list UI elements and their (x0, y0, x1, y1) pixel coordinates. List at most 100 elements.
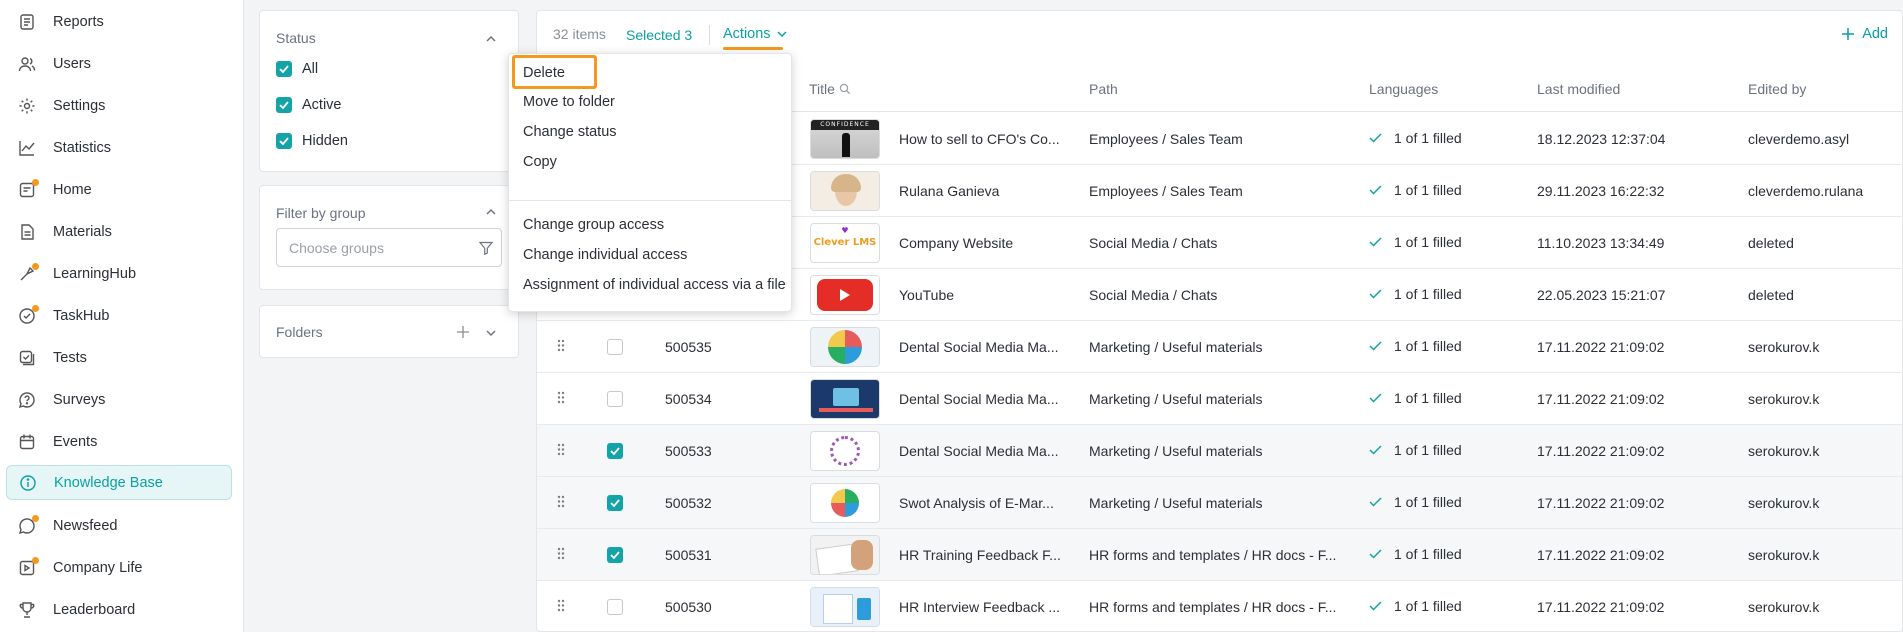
chevron-down-icon[interactable] (486, 328, 496, 338)
menu-item-assignment-via-file[interactable]: Assignment of individual access via a fi… (523, 277, 786, 293)
sidebar-item-reports[interactable]: Reports (6, 4, 232, 39)
table-row[interactable]: 500535 Dental Social Media Ma... Marketing… (537, 321, 1902, 373)
table-row[interactable]: 500533 Dental Social Media Ma... Marketing… (537, 425, 1902, 477)
table-row[interactable]: 500530 HR Interview Feedback ... HR forms … (537, 581, 1902, 632)
row-path: Social Media / Chats (1089, 235, 1218, 251)
menu-item-copy[interactable]: Copy (523, 154, 557, 170)
groups-select[interactable]: Choose groups (276, 228, 502, 267)
material-thumbnail[interactable] (810, 587, 880, 627)
row-edited-by: serokurov.k (1748, 599, 1820, 615)
material-thumbnail[interactable] (810, 483, 880, 523)
status-option-hidden[interactable]: Hidden (276, 133, 348, 149)
status-option-all[interactable]: All (276, 61, 318, 77)
sidebar-item-taskhub[interactable]: TaskHub (6, 298, 232, 333)
table-row[interactable]: 500532 Swot Analysis of E-Mar... Marketing… (537, 477, 1902, 529)
row-last-modified: 17.11.2022 21:09:02 (1537, 391, 1665, 407)
material-thumbnail[interactable]: CONFIDENCE (810, 119, 880, 159)
sidebar-item-label: Surveys (53, 391, 106, 408)
row-checkbox[interactable] (607, 443, 623, 459)
row-checkbox[interactable] (607, 599, 623, 615)
sidebar-item-users[interactable]: Users (6, 46, 232, 81)
checkbox-hidden[interactable] (276, 133, 292, 149)
row-title[interactable]: YouTube (899, 287, 954, 303)
row-title[interactable]: HR Training Feedback F... (899, 547, 1061, 563)
sidebar-item-statistics[interactable]: Statistics (6, 130, 232, 165)
menu-item-delete[interactable]: Delete (523, 65, 565, 81)
column-header-last-modified[interactable]: Last modified (1537, 81, 1620, 97)
menu-item-change-group-access[interactable]: Change group access (523, 217, 664, 233)
sidebar-item-leaderboard[interactable]: Leaderboard (6, 592, 232, 627)
material-thumbnail[interactable] (810, 379, 880, 419)
sidebar-item-events[interactable]: Events (6, 424, 232, 459)
selected-count[interactable]: Selected 3 (626, 27, 692, 43)
row-title[interactable]: Dental Social Media Ma... (899, 443, 1059, 459)
menu-item-move-to-folder[interactable]: Move to folder (523, 94, 615, 110)
row-title[interactable]: Rulana Ganieva (899, 183, 999, 199)
drag-handle-icon[interactable] (557, 443, 565, 459)
material-thumbnail[interactable] (810, 535, 880, 575)
drag-handle-icon[interactable] (557, 495, 565, 511)
menu-item-change-status[interactable]: Change status (523, 124, 617, 140)
folders-card: Folders (259, 305, 519, 358)
row-title[interactable]: Company Website (899, 235, 1013, 251)
status-option-active[interactable]: Active (276, 97, 342, 113)
row-checkbox[interactable] (607, 547, 623, 563)
check-icon (1369, 341, 1382, 351)
column-header-edited-by[interactable]: Edited by (1748, 81, 1806, 97)
row-title[interactable]: HR Interview Feedback ... (899, 599, 1060, 615)
actions-highlight (723, 47, 783, 50)
row-checkbox[interactable] (607, 495, 623, 511)
column-header-path[interactable]: Path (1089, 81, 1118, 97)
row-languages-label: 1 of 1 filled (1394, 130, 1462, 146)
drag-handle-icon[interactable] (557, 339, 565, 355)
drag-handle-icon[interactable] (557, 547, 565, 563)
table-row[interactable]: 500531 HR Training Feedback F... HR forms … (537, 529, 1902, 581)
add-button[interactable]: Add (1841, 26, 1888, 42)
materials-table-panel: 32 items Selected 3 Actions Add Title Pa… (508, 10, 1903, 632)
sidebar-item-materials[interactable]: Materials (6, 214, 232, 249)
sidebar-item-surveys[interactable]: Surveys (6, 382, 232, 417)
drag-handle-icon[interactable] (557, 391, 565, 407)
sidebar-item-knowledge-base[interactable]: Knowledge Base (6, 465, 232, 500)
column-header-title[interactable]: Title (809, 81, 851, 97)
column-header-languages[interactable]: Languages (1369, 81, 1438, 97)
check-icon (1369, 497, 1382, 507)
search-icon[interactable] (839, 83, 851, 95)
row-languages: 1 of 1 filled (1369, 494, 1462, 510)
plus-icon[interactable] (456, 325, 470, 339)
material-thumbnail[interactable] (810, 431, 880, 471)
row-title[interactable]: Swot Analysis of E-Mar... (899, 495, 1054, 511)
sidebar-item-learninghub[interactable]: LearningHub (6, 256, 232, 291)
row-path: HR forms and templates / HR docs - F... (1089, 547, 1337, 563)
row-checkbox[interactable] (607, 339, 623, 355)
material-thumbnail[interactable] (810, 275, 880, 315)
sidebar-item-newsfeed[interactable]: Newsfeed (6, 508, 232, 543)
material-thumbnail[interactable] (810, 327, 880, 367)
menu-item-change-individual-access[interactable]: Change individual access (523, 247, 687, 263)
sidebar-item-tests[interactable]: Tests (6, 340, 232, 375)
row-languages: 1 of 1 filled (1369, 130, 1462, 146)
sidebar-item-company-life[interactable]: Company Life (6, 550, 232, 585)
company-life-icon (16, 556, 39, 579)
material-thumbnail[interactable]: ♥ Clever LMS (810, 223, 880, 263)
row-title[interactable]: Dental Social Media Ma... (899, 339, 1059, 355)
drag-handle-icon[interactable] (557, 599, 565, 615)
sidebar-item-label: Leaderboard (53, 601, 136, 618)
row-title[interactable]: Dental Social Media Ma... (899, 391, 1059, 407)
table-row[interactable]: 500534 Dental Social Media Ma... Marketing… (537, 373, 1902, 425)
checkbox-all[interactable] (276, 61, 292, 77)
row-path: Social Media / Chats (1089, 287, 1218, 303)
sidebar-item-settings[interactable]: Settings (6, 88, 232, 123)
actions-button[interactable]: Actions (723, 26, 787, 42)
checkbox-active[interactable] (276, 97, 292, 113)
chevron-up-icon[interactable] (486, 207, 496, 217)
row-edited-by: serokurov.k (1748, 339, 1820, 355)
row-languages: 1 of 1 filled (1369, 442, 1462, 458)
material-thumbnail[interactable] (810, 171, 880, 211)
chevron-up-icon[interactable] (486, 34, 496, 44)
row-languages-label: 1 of 1 filled (1394, 338, 1462, 354)
row-checkbox[interactable] (607, 391, 623, 407)
sidebar-item-home[interactable]: Home (6, 172, 232, 207)
filter-icon (479, 241, 493, 255)
row-title[interactable]: How to sell to CFO's Co... (899, 131, 1060, 147)
